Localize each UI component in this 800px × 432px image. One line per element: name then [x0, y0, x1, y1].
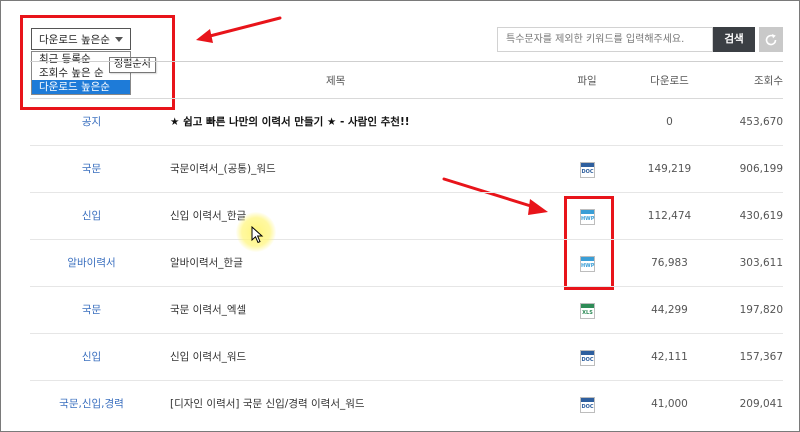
table-row[interactable]: 신입 신입 이력서_한글 HWP 112,474 430,619: [30, 193, 783, 240]
row-category[interactable]: 국문: [30, 146, 153, 193]
row-views: 430,619: [739, 210, 783, 222]
table-header: 제목 파일 다운로드 조회수: [30, 61, 783, 99]
search-button[interactable]: 검색: [713, 27, 755, 52]
doc-file-icon[interactable]: DOC: [580, 349, 595, 366]
hwp-file-icon[interactable]: HWP: [580, 208, 595, 225]
hwp-file-icon[interactable]: HWP: [580, 255, 595, 272]
search-input[interactable]: [497, 27, 713, 52]
row-views: 453,670: [739, 116, 783, 128]
table-row[interactable]: 국문 국문 이력서_엑셀 XLS 44,299 197,820: [30, 287, 783, 334]
row-views: 906,199: [739, 163, 783, 175]
refresh-icon: [765, 33, 777, 45]
doc-file-icon[interactable]: DOC: [580, 396, 595, 413]
table-row[interactable]: 국문 국문이력서_(공통)_워드 DOC 149,219 906,199: [30, 146, 783, 193]
header-views: 조회수: [754, 75, 783, 87]
doc-file-icon[interactable]: DOC: [580, 161, 595, 178]
row-category[interactable]: 신입: [30, 334, 153, 381]
row-category[interactable]: 알바이력서: [30, 240, 153, 287]
row-category[interactable]: 국문,신입,경력: [30, 381, 153, 428]
row-category[interactable]: 공지: [30, 99, 153, 146]
row-views: 197,820: [739, 304, 783, 316]
row-title[interactable]: 국문 이력서_엑셀: [170, 287, 550, 334]
header-file: 파일: [577, 75, 597, 87]
row-title[interactable]: 신입 이력서_한글: [170, 193, 550, 240]
row-views: 303,611: [739, 257, 783, 269]
row-file[interactable]: DOC: [570, 146, 605, 193]
header-title: 제목: [326, 75, 346, 87]
row-views: 157,367: [739, 351, 783, 363]
row-file[interactable]: DOC: [570, 334, 605, 381]
row-title[interactable]: [디자인 이력서] 국문 신입/경력 이력서_워드: [170, 381, 550, 428]
resume-table: 제목 파일 다운로드 조회수 공지 ★ 쉽고 빠른 나만의 이력서 만들기 ★ …: [30, 61, 783, 428]
row-file[interactable]: XLS: [570, 287, 605, 334]
row-title[interactable]: ★ 쉽고 빠른 나만의 이력서 만들기 ★ - 사람인 추천!!: [170, 99, 550, 146]
row-title[interactable]: 알바이력서_한글: [170, 240, 550, 287]
table-row[interactable]: 알바이력서 알바이력서_한글 HWP 76,983 303,611: [30, 240, 783, 287]
mouse-cursor-icon: [251, 226, 264, 244]
row-category[interactable]: 국문: [30, 287, 153, 334]
row-file[interactable]: DOC: [570, 381, 605, 428]
row-title[interactable]: 국문이력서_(공통)_워드: [170, 146, 550, 193]
row-title[interactable]: 신입 이력서_워드: [170, 334, 550, 381]
table-row[interactable]: 공지 ★ 쉽고 빠른 나만의 이력서 만들기 ★ - 사람인 추천!! 0 45…: [30, 99, 783, 146]
row-category[interactable]: 신입: [30, 193, 153, 240]
refresh-button[interactable]: [759, 27, 783, 52]
row-views: 209,041: [739, 398, 783, 410]
xls-file-icon[interactable]: XLS: [580, 302, 595, 319]
annotation-arrow-sort: [196, 16, 282, 43]
row-file[interactable]: HWP: [570, 240, 605, 287]
table-row[interactable]: 신입 신입 이력서_워드 DOC 42,111 157,367: [30, 334, 783, 381]
row-file[interactable]: HWP: [570, 193, 605, 240]
table-row[interactable]: 국문,신입,경력 [디자인 이력서] 국문 신입/경력 이력서_워드 DOC 4…: [30, 381, 783, 428]
